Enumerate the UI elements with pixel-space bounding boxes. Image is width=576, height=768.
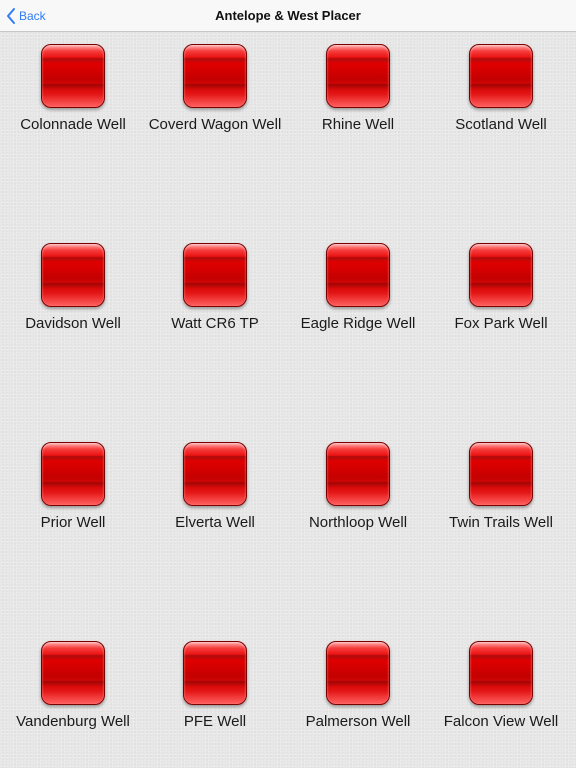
well-tile[interactable]: Colonnade Well	[2, 44, 144, 154]
well-button-icon[interactable]	[41, 44, 105, 108]
well-label: Davidson Well	[25, 315, 121, 332]
well-label: Northloop Well	[308, 514, 408, 531]
page-title: Antelope & West Placer	[215, 8, 361, 23]
well-tile[interactable]: Elverta Well	[144, 442, 286, 552]
well-label: Fox Park Well	[454, 315, 548, 332]
well-label: Twin Trails Well	[449, 514, 553, 531]
well-tile[interactable]: Palmerson Well	[287, 641, 429, 751]
well-button-icon[interactable]	[183, 641, 247, 705]
well-tile[interactable]: Twin Trails Well	[430, 442, 572, 552]
well-button-icon[interactable]	[469, 44, 533, 108]
well-label: Coverd Wagon Well	[148, 116, 282, 133]
well-label: Eagle Ridge Well	[300, 315, 416, 332]
well-tile[interactable]: Rhine Well	[287, 44, 429, 154]
well-label: Rhine Well	[321, 116, 395, 133]
well-label: Elverta Well	[175, 514, 255, 531]
well-tile[interactable]: Scotland Well	[430, 44, 572, 154]
well-button-icon[interactable]	[326, 44, 390, 108]
well-label: Palmerson Well	[305, 713, 411, 730]
well-button-icon[interactable]	[41, 442, 105, 506]
well-button-icon[interactable]	[326, 442, 390, 506]
well-button-icon[interactable]	[326, 243, 390, 307]
well-button-icon[interactable]	[183, 44, 247, 108]
well-tile[interactable]: Watt CR6 TP	[144, 243, 286, 353]
well-tile[interactable]: Vandenburg Well	[2, 641, 144, 751]
well-tile[interactable]: Davidson Well	[2, 243, 144, 353]
well-label: Prior Well	[40, 514, 106, 531]
well-button-icon[interactable]	[469, 641, 533, 705]
well-label: Watt CR6 TP	[171, 315, 259, 332]
well-tile[interactable]: Fox Park Well	[430, 243, 572, 353]
well-label: Colonnade Well	[20, 116, 126, 133]
well-label: Scotland Well	[455, 116, 547, 133]
well-tile[interactable]: Falcon View Well	[430, 641, 572, 751]
well-tile[interactable]: Coverd Wagon Well	[144, 44, 286, 154]
well-button-icon[interactable]	[326, 641, 390, 705]
well-button-icon[interactable]	[469, 243, 533, 307]
well-button-icon[interactable]	[41, 641, 105, 705]
well-button-icon[interactable]	[41, 243, 105, 307]
well-button-icon[interactable]	[183, 442, 247, 506]
well-tile[interactable]: PFE Well	[144, 641, 286, 751]
well-tile[interactable]: Northloop Well	[287, 442, 429, 552]
well-label: Vandenburg Well	[16, 713, 130, 730]
well-button-icon[interactable]	[183, 243, 247, 307]
well-label: Falcon View Well	[443, 713, 559, 730]
navigation-bar: Back Antelope & West Placer	[0, 0, 576, 32]
well-button-icon[interactable]	[469, 442, 533, 506]
well-label: PFE Well	[183, 713, 247, 730]
well-tile[interactable]: Prior Well	[2, 442, 144, 552]
well-tile[interactable]: Eagle Ridge Well	[287, 243, 429, 353]
well-grid: Colonnade Well Coverd Wagon Well Rhine W…	[0, 32, 576, 768]
